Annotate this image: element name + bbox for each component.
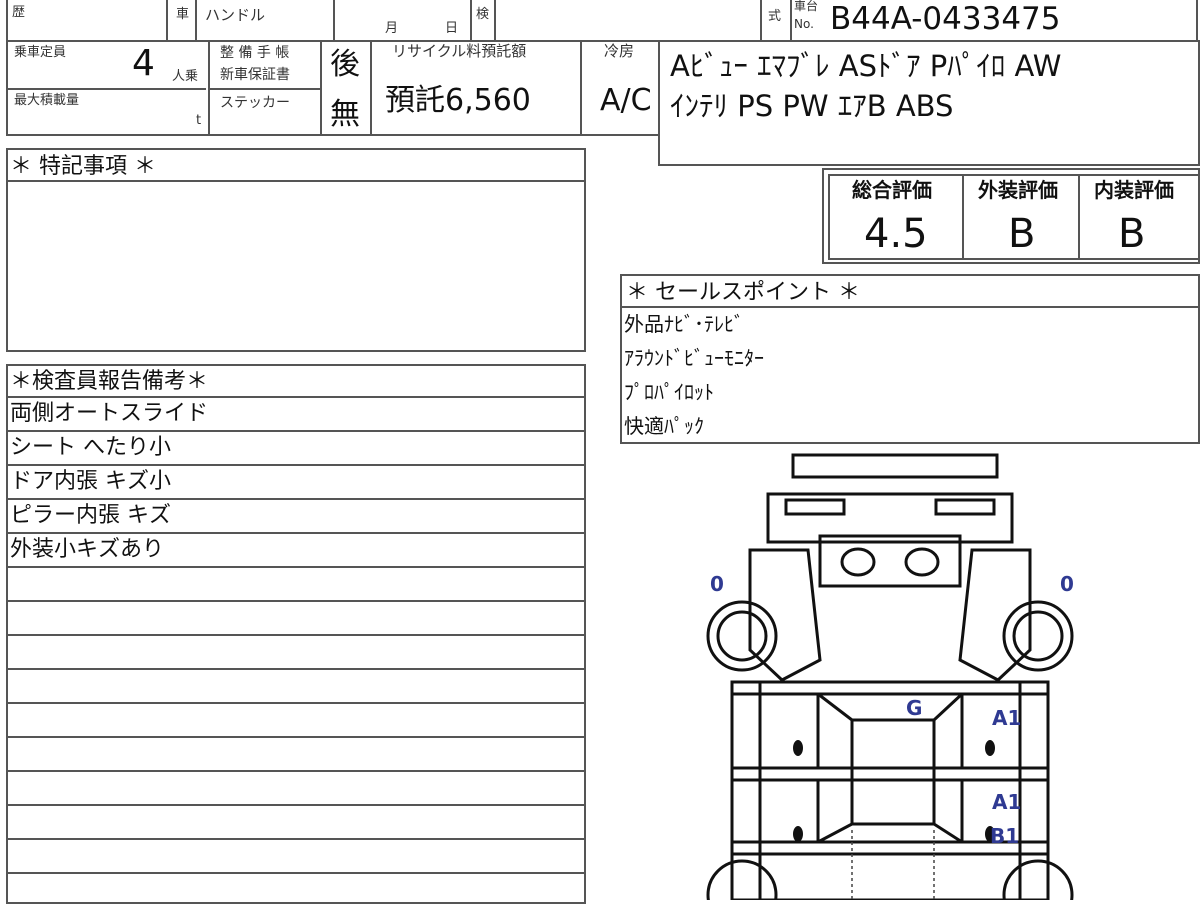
empty-report-row [8, 772, 585, 806]
damage-mark-front-right-tire: 0 [1060, 572, 1074, 596]
chassis-number: B44A-0433475 [830, 1, 1061, 37]
month-label: 月 [385, 21, 399, 36]
exterior-grade-value: B [1008, 211, 1036, 257]
inspector-report-item: ドア内張 キズ小 [8, 466, 585, 500]
inspector-report-title: ＊検査員報告備考＊ [8, 366, 585, 398]
overall-grade-value: 4.5 [864, 211, 928, 257]
car-label: 車 [176, 7, 190, 22]
recycle-value: 預託6,560 [385, 83, 531, 118]
inspector-report-item: 両側オートスライド [8, 398, 585, 432]
interior-grade-value: B [1118, 211, 1146, 257]
specs-vline [320, 40, 322, 136]
sales-point-item: 外品ﾅﾋﾞ･ﾃﾚﾋﾞ [624, 312, 744, 336]
inspector-report-item: 外装小キズあり [8, 534, 585, 568]
sales-point-item: 快適ﾊﾟｯｸ [624, 414, 704, 438]
day-label: 日 [445, 21, 459, 36]
special-notes-divider [6, 180, 586, 182]
equipment-line-1: Aﾋﾞｭｰ ｴﾏﾌﾞﾚ ASﾄﾞｱ Pﾊﾟｲﾛ AW [670, 49, 1062, 83]
empty-report-row [8, 670, 585, 704]
maintenance-label: 整 備 手 帳 [220, 45, 290, 61]
header-divider [790, 0, 792, 42]
specs-hline [210, 88, 320, 90]
capacity-unit: 人乗 [172, 69, 199, 84]
empty-report-row [8, 636, 585, 670]
equipment-line-2: ｲﾝﾃﾘ PS PW ｴｱB ABS [670, 89, 954, 123]
chassis-label: 車台 [794, 0, 819, 13]
header-divider [760, 0, 762, 42]
sales-points-title: ＊ セールスポイント ＊ [626, 280, 860, 305]
sales-point-item: ﾌﾟﾛﾊﾟｲﾛｯﾄ [624, 380, 714, 404]
car-body-diagram [706, 453, 1074, 900]
aircon-value: A/C [600, 83, 652, 118]
empty-report-row [8, 806, 585, 840]
sales-point-item: ｱﾗｳﾝﾄﾞﾋﾞｭｰﾓﾆﾀｰ [624, 346, 764, 370]
sales-points-divider [620, 306, 1200, 308]
overall-grade-label: 総合評価 [852, 178, 932, 202]
inspection-label: 検 [476, 7, 490, 22]
empty-report-row [8, 738, 585, 772]
sticker-value: 無 [330, 97, 360, 132]
capacity-value: 4 [132, 43, 155, 84]
sticker-label: ステッカー [220, 95, 290, 111]
special-notes-title: ＊ 特記事項 ＊ [10, 154, 156, 179]
header-divider [333, 0, 335, 42]
specs-vline [580, 40, 582, 136]
history-label: 歴 [12, 5, 26, 20]
inspector-report-item: ピラー内張 キズ [8, 500, 585, 534]
damage-mark-front-left-tire: 0 [710, 572, 724, 596]
aircon-label: 冷房 [604, 42, 635, 60]
damage-mark-right-front-door: A1 [992, 706, 1022, 730]
max-load-label: 最大積載量 [14, 93, 80, 108]
empty-report-row [8, 704, 585, 738]
type-label: 式 [768, 9, 782, 24]
specs-vline [370, 40, 372, 136]
specs-hline [6, 88, 206, 90]
no-label: No. [794, 17, 814, 31]
empty-report-row [8, 602, 585, 636]
empty-report-row [8, 568, 585, 602]
exterior-grade-label: 外装評価 [978, 178, 1058, 202]
damage-mark-right-rear-door: A1 [992, 790, 1022, 814]
interior-grade-label: 内装評価 [1094, 178, 1174, 202]
grades-vline [962, 174, 964, 260]
header-divider [166, 0, 168, 42]
header-divider [494, 0, 496, 42]
header-divider [470, 0, 472, 42]
damage-mark-roof: G [906, 696, 923, 720]
capacity-label: 乗車定員 [14, 45, 67, 60]
specs-vline [208, 40, 210, 136]
header-divider [195, 0, 197, 42]
damage-mark-right-rear-door: B1 [990, 824, 1020, 848]
recycle-label: リサイクル料預託額 [392, 42, 527, 60]
grades-vline [1078, 174, 1080, 260]
warranty-label: 新車保証書 [220, 67, 290, 83]
empty-report-row [8, 840, 585, 874]
maintenance-value: 後 [330, 47, 360, 82]
inspector-report-item: シート へたり小 [8, 432, 585, 466]
max-load-unit: t [196, 113, 202, 128]
handle-label: ハンドル [205, 6, 266, 24]
